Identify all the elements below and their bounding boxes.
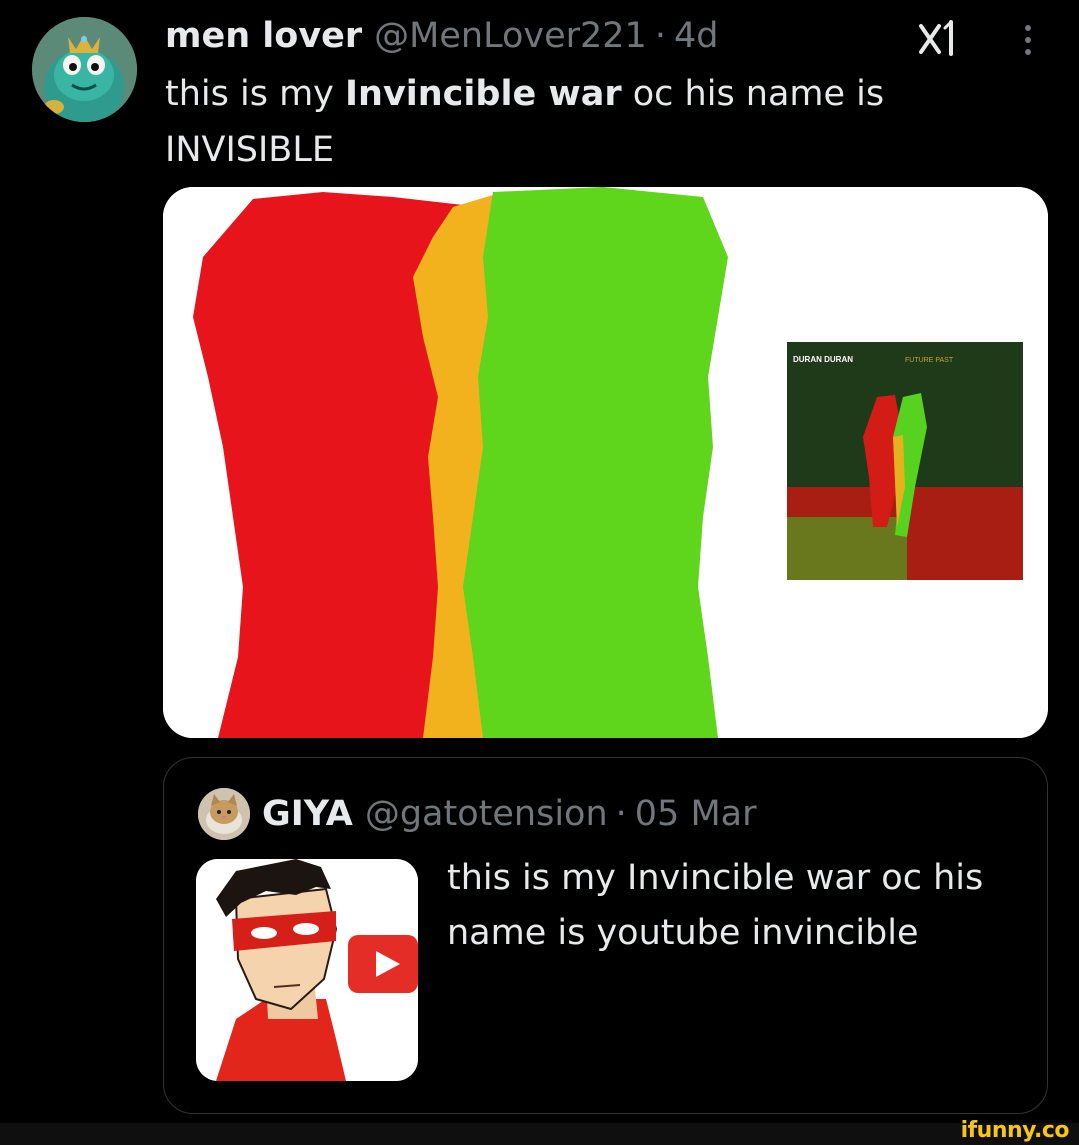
quoted-author-handle[interactable]: @gatotension bbox=[365, 787, 608, 841]
ifunny-watermark: ifunny.co bbox=[960, 1118, 1070, 1143]
quoted-tweet-timestamp[interactable]: 05 Mar bbox=[635, 787, 757, 841]
tweet-timestamp[interactable]: 4d bbox=[674, 12, 719, 60]
more-vertical-icon[interactable] bbox=[1013, 18, 1043, 62]
green-silhouette bbox=[463, 187, 728, 738]
youtube-invincible-drawing-icon bbox=[196, 859, 418, 1081]
tweet-header: men lover @MenLover221 · 4d bbox=[165, 12, 718, 60]
album-title: DURAN DURAN bbox=[793, 355, 853, 364]
author-handle[interactable]: @MenLover221 bbox=[374, 12, 647, 60]
tweet-text-bold: Invincible war bbox=[345, 74, 622, 114]
silhouette-artwork: DURAN DURAN FUTURE PAST bbox=[163, 187, 1048, 738]
album-cover: DURAN DURAN FUTURE PAST bbox=[787, 342, 1023, 580]
quoted-tweet-card[interactable]: GIYA @gatotension · 05 Mar this is my In… bbox=[163, 757, 1048, 1114]
frog-character-avatar-icon bbox=[32, 17, 137, 122]
cat-avatar-icon bbox=[198, 788, 250, 840]
header-separator: · bbox=[654, 16, 666, 56]
grok-icon[interactable] bbox=[915, 18, 963, 58]
quoted-tweet-header: GIYA @gatotension · 05 Mar bbox=[262, 787, 756, 841]
album-subtitle: FUTURE PAST bbox=[905, 357, 954, 364]
quoted-tweet-thumbnail[interactable] bbox=[196, 859, 418, 1081]
tweet-media-image[interactable]: DURAN DURAN FUTURE PAST bbox=[163, 187, 1048, 738]
quoted-author-avatar[interactable] bbox=[198, 788, 250, 840]
tweet-text: this is my Invincible war oc his name is… bbox=[165, 66, 1025, 178]
author-display-name[interactable]: men lover bbox=[165, 12, 362, 60]
footer-bar bbox=[0, 1123, 1079, 1145]
quoted-author-name[interactable]: GIYA bbox=[262, 787, 353, 841]
quoted-tweet-text: this is my Invincible war oc his name is… bbox=[447, 858, 984, 953]
tweet-text-prefix: this is my bbox=[165, 74, 346, 114]
author-avatar[interactable] bbox=[32, 17, 137, 122]
quoted-header-separator: · bbox=[615, 794, 627, 834]
